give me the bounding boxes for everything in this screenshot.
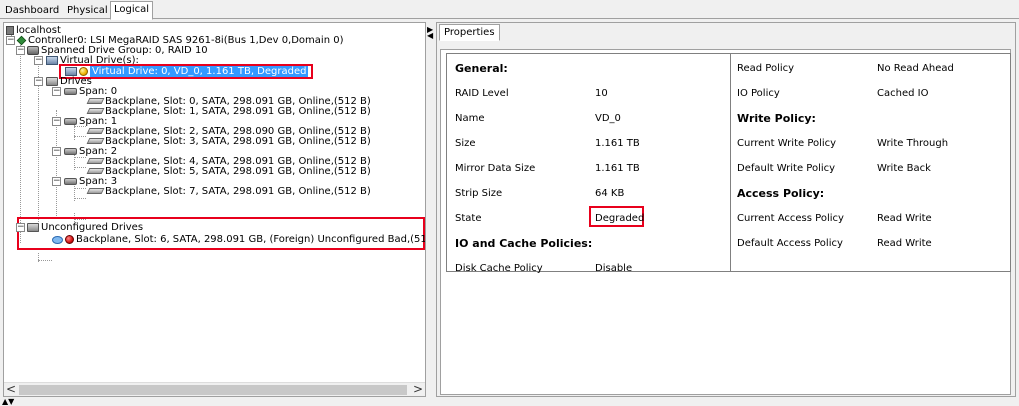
disk-icon [86,158,105,164]
io-cache-heading: IO and Cache Policies: [455,237,593,250]
write-policy-heading: Write Policy: [737,112,816,125]
drive-group-collapse-toggle[interactable]: − [16,46,25,55]
general-heading: General: [455,62,508,75]
default-write-label: Default Write Policy [737,163,836,174]
tree-node-disk-slot-3[interactable]: Backplane, Slot: 3, SATA, 298.091 GB, On… [86,136,371,147]
span-icon [64,148,77,155]
current-write-label: Current Write Policy [737,138,837,149]
tree-node-disk-slot-5[interactable]: Backplane, Slot: 5, SATA, 298.091 GB, On… [86,166,371,177]
disk-icon [86,188,105,194]
logical-tree-panel: localhost − Controller0: LSI MegaRAID SA… [3,22,426,397]
mirror-size-label: Mirror Data Size [455,163,536,174]
tree-node-bad-drive-slot-6[interactable]: Backplane, Slot: 6, SATA, 298.091 GB, (F… [52,234,426,245]
tree-label-bad-drive: Backplane, Slot: 6, SATA, 298.091 GB, (F… [76,234,426,245]
current-access-value: Read Write [877,213,932,224]
name-label: Name [455,113,485,124]
current-write-value: Write Through [877,138,949,149]
disk-icon [86,138,105,144]
mirror-size-value: 1.161 TB [595,163,640,174]
tree-node-disk-slot-7[interactable]: Backplane, Slot: 7, SATA, 298.091 GB, On… [86,186,371,197]
size-label: Size [455,138,476,149]
bottom-splitter-icon[interactable]: ▲▼ [2,398,14,406]
virtual-drives-collapse-toggle[interactable]: − [34,56,43,65]
raid-level-value: 10 [595,88,608,99]
default-access-label: Default Access Policy [737,238,843,249]
disk-icon [86,98,105,104]
span-1-collapse-toggle[interactable]: − [52,117,61,126]
warning-status-icon [79,67,88,76]
tree-label-disk-slot-1: Backplane, Slot: 1, SATA, 298.091 GB, On… [105,106,371,117]
drives-icon [46,77,58,86]
disk-icon [86,168,105,174]
name-value: VD_0 [595,113,621,124]
tab-logical[interactable]: Logical [110,1,154,20]
scroll-thumb[interactable] [19,385,407,395]
tab-physical[interactable]: Physical [64,3,111,19]
tree-node-unconfigured-drives[interactable]: Unconfigured Drives [27,222,143,233]
disk-cache-label: Disk Cache Policy [455,263,543,274]
io-policy-value: Cached IO [877,88,929,99]
scroll-right-button[interactable]: > [411,383,425,396]
span-icon [64,118,77,125]
scroll-left-button[interactable]: < [4,383,18,396]
span-3-collapse-toggle[interactable]: − [52,177,61,186]
splitter-collapse-icon[interactable]: ▶ ◀ [427,26,433,40]
main-tab-bar: Dashboard Physical Logical [0,0,1019,20]
drives-collapse-toggle[interactable]: − [34,77,43,86]
error-status-icon [65,235,74,244]
properties-panel: Properties General: RAID Level 10 Name V… [436,22,1016,397]
unconfigured-drives-icon [27,223,39,232]
current-access-label: Current Access Policy [737,213,844,224]
span-icon [64,178,77,185]
read-policy-value: No Read Ahead [877,63,954,74]
span-2-collapse-toggle[interactable]: − [52,147,61,156]
tab-properties[interactable]: Properties [439,24,500,41]
read-policy-label: Read Policy [737,63,795,74]
tree-horizontal-scrollbar[interactable]: < > [4,382,425,396]
properties-grid: General: RAID Level 10 Name VD_0 Size 1.… [446,53,1011,274]
tree-label-virtual-drive-0: Virtual Drive: 0, VD_0, 1.161 TB, Degrad… [90,66,309,77]
state-label: State [455,213,482,224]
drive-group-icon [27,46,39,55]
default-access-value: Read Write [877,238,932,249]
disk-icon [86,108,105,114]
disk-icon [86,128,105,134]
tree-label-disk-slot-3: Backplane, Slot: 3, SATA, 298.091 GB, On… [105,136,371,147]
disk-cache-value: Disable [595,263,633,274]
foreign-icon [52,236,63,244]
unconfigured-collapse-toggle[interactable]: − [16,223,25,232]
default-write-value: Write Back [877,163,931,174]
strip-size-label: Strip Size [455,188,503,199]
tree-label-disk-slot-5: Backplane, Slot: 5, SATA, 298.091 GB, On… [105,166,371,177]
virtual-drive-icon [65,67,77,76]
controller-icon [16,35,27,46]
tree-node-disk-slot-1[interactable]: Backplane, Slot: 1, SATA, 298.091 GB, On… [86,106,371,117]
server-icon [6,26,14,35]
virtual-drives-icon [46,56,58,65]
tab-dashboard[interactable]: Dashboard [2,3,62,19]
span-icon [64,88,77,95]
tree-label-disk-slot-7: Backplane, Slot: 7, SATA, 298.091 GB, On… [105,186,371,197]
strip-size-value: 64 KB [595,188,625,199]
controller-collapse-toggle[interactable]: − [6,36,15,45]
span-0-collapse-toggle[interactable]: − [52,87,61,96]
io-policy-label: IO Policy [737,88,780,99]
state-value: Degraded [595,213,645,224]
raid-level-label: RAID Level [455,88,509,99]
tree-node-virtual-drive-0[interactable]: Virtual Drive: 0, VD_0, 1.161 TB, Degrad… [65,66,309,77]
tree-label-unconfigured-drives: Unconfigured Drives [41,222,144,233]
size-value: 1.161 TB [595,138,640,149]
access-policy-heading: Access Policy: [737,187,825,200]
properties-content: General: RAID Level 10 Name VD_0 Size 1.… [440,49,1011,395]
column-divider [730,54,731,271]
